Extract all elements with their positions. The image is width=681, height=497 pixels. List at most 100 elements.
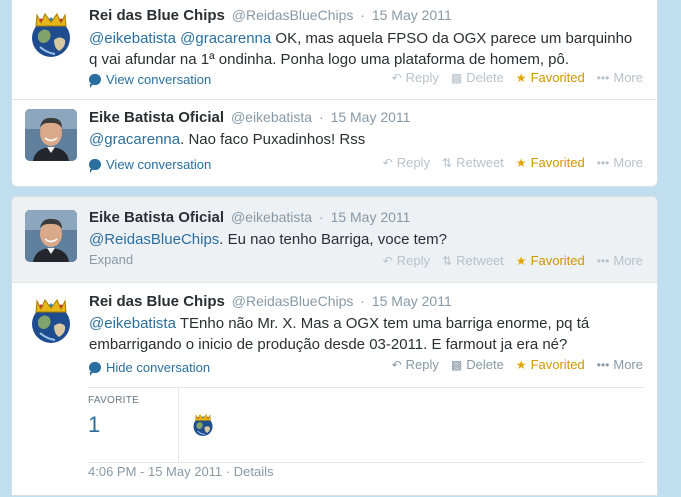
separator-dot: · (225, 464, 231, 479)
retweet-button[interactable]: ⇅ Retweet (442, 253, 504, 268)
trash-icon: ▩ (450, 70, 463, 85)
favorited-label: Favorited (530, 70, 585, 85)
fullname[interactable]: Rei das Blue Chips (89, 293, 225, 310)
delete-button[interactable]: ▩ Delete (451, 70, 504, 85)
mention-link[interactable]: @ReidasBlueChips (89, 231, 219, 248)
mention-link[interactable]: @gracarenna (180, 30, 271, 47)
more-label: More (613, 155, 643, 170)
separator-dot: · (319, 109, 324, 125)
tweet-stats: FAVORITE 1 (88, 387, 643, 463)
favorited-label: Favorited (530, 253, 585, 268)
tweet-text: @ReidasBlueChips. Eu nao tenho Barriga, … (89, 229, 644, 250)
full-timestamp[interactable]: 4:06 PM - 15 May 2011 (88, 464, 222, 479)
speech-bubble-icon (89, 362, 101, 376)
favorited-label: Favorited (530, 357, 585, 372)
retweet-label: Retweet (456, 155, 504, 170)
tweet-text: @eikebatista TEnho não Mr. X. Mas a OGX … (89, 313, 644, 355)
favorite-button[interactable]: ★ Favorited (516, 70, 585, 85)
star-icon: ★ (515, 357, 527, 372)
reply-arrow-icon: ↶ (382, 253, 393, 268)
scrollbar[interactable] (673, 0, 681, 482)
avatar[interactable] (25, 293, 77, 345)
tweet-text: @eikebatista @gracarenna OK, mas aquela … (89, 28, 644, 70)
avatar[interactable] (25, 210, 77, 262)
tweet-actions: ↶ Reply ⇅ Retweet ★ Favorited ••• More (383, 253, 643, 268)
tweet-header: Rei das Blue Chips @ReidasBlueChips · 15… (89, 293, 452, 310)
tweet-body: . Eu nao tenho Barriga, voce tem? (219, 231, 447, 248)
username[interactable]: @eikebatista (231, 109, 312, 125)
tweet-header: Eike Batista Oficial @eikebatista · 15 M… (89, 109, 410, 126)
more-button[interactable]: ••• More (597, 70, 643, 85)
username[interactable]: @ReidasBlueChips (232, 293, 354, 309)
tweet-item[interactable]: Rei das Blue Chips @ReidasBlueChips · 15… (12, 0, 657, 99)
reply-arrow-icon: ↶ (391, 70, 402, 85)
separator-dot: · (360, 293, 365, 309)
trash-icon: ▩ (450, 357, 463, 372)
username[interactable]: @eikebatista (231, 209, 312, 225)
view-conversation-label: View conversation (106, 157, 212, 172)
ellipsis-icon: ••• (596, 155, 610, 170)
tweet-body: . Nao faco Puxadinhos! Rss (180, 131, 366, 148)
timestamp[interactable]: 15 May 2011 (331, 209, 411, 225)
more-label: More (613, 70, 643, 85)
more-button[interactable]: ••• More (597, 155, 643, 170)
expand-link[interactable]: Expand (89, 252, 133, 267)
favorite-count[interactable]: 1 (88, 412, 100, 438)
tweet-item[interactable]: Eike Batista Oficial @eikebatista · 15 M… (12, 100, 657, 186)
separator-dot: · (319, 209, 324, 225)
tweet-text: @gracarenna. Nao faco Puxadinhos! Rss (89, 129, 644, 150)
reply-button[interactable]: ↶ Reply (383, 253, 430, 268)
delete-label: Delete (466, 70, 504, 85)
fullname[interactable]: Rei das Blue Chips (89, 7, 225, 24)
retweet-button[interactable]: ⇅ Retweet (442, 155, 504, 170)
more-label: More (613, 253, 643, 268)
ellipsis-icon: ••• (596, 253, 610, 268)
reply-arrow-icon: ↶ (382, 155, 393, 170)
favorite-button[interactable]: ★ Favorited (516, 357, 585, 372)
username[interactable]: @ReidasBlueChips (232, 7, 354, 23)
reply-label: Reply (396, 253, 431, 268)
mention-link[interactable]: @eikebatista (89, 30, 176, 47)
star-icon: ★ (515, 253, 527, 268)
tweet-actions: ↶ Reply ▩ Delete ★ Favorited ••• More (392, 357, 643, 372)
view-conversation-link[interactable]: View conversation (89, 72, 212, 88)
reply-label: Reply (405, 357, 439, 372)
delete-button[interactable]: ▩ Delete (451, 357, 504, 372)
more-button[interactable]: ••• More (597, 357, 643, 372)
favorite-button[interactable]: ★ Favorited (516, 155, 585, 170)
reply-button[interactable]: ↶ Reply (392, 70, 439, 85)
fullname[interactable]: Eike Batista Oficial (89, 109, 224, 126)
tweet-item[interactable]: Eike Batista Oficial @eikebatista · 15 M… (12, 197, 657, 282)
tweet-footer: 4:06 PM - 15 May 2011 · Details (88, 464, 274, 479)
reply-label: Reply (396, 155, 431, 170)
more-label: More (613, 357, 643, 372)
ellipsis-icon: ••• (596, 357, 610, 372)
timestamp[interactable]: 15 May 2011 (372, 293, 452, 309)
timestamp[interactable]: 15 May 2011 (331, 109, 411, 125)
favoriter-avatar[interactable] (190, 411, 216, 437)
mention-link[interactable]: @eikebatista (89, 315, 176, 332)
speech-bubble-icon (89, 74, 101, 88)
favorite-button[interactable]: ★ Favorited (516, 253, 585, 268)
tweet-header: Eike Batista Oficial @eikebatista · 15 M… (89, 209, 410, 226)
reply-button[interactable]: ↶ Reply (383, 155, 430, 170)
hide-conversation-link[interactable]: Hide conversation (89, 360, 210, 376)
tweet-actions: ↶ Reply ⇅ Retweet ★ Favorited ••• More (383, 155, 643, 170)
favorited-label: Favorited (530, 155, 585, 170)
more-button[interactable]: ••• More (597, 253, 643, 268)
timestamp[interactable]: 15 May 2011 (372, 7, 452, 23)
avatar[interactable] (25, 109, 77, 161)
delete-label: Delete (466, 357, 504, 372)
fullname[interactable]: Eike Batista Oficial (89, 209, 224, 226)
reply-button[interactable]: ↶ Reply (392, 357, 439, 372)
view-conversation-link[interactable]: View conversation (89, 157, 212, 173)
details-link[interactable]: Details (234, 464, 274, 479)
conversation-card-top: Rei das Blue Chips @ReidasBlueChips · 15… (11, 0, 658, 187)
tweet-header: Rei das Blue Chips @ReidasBlueChips · 15… (89, 7, 452, 24)
reply-label: Reply (405, 70, 439, 85)
view-conversation-label: View conversation (106, 72, 212, 87)
avatar[interactable] (25, 7, 77, 59)
retweet-icon: ⇅ (442, 155, 453, 170)
tweet-actions: ↶ Reply ▩ Delete ★ Favorited ••• More (392, 70, 643, 85)
mention-link[interactable]: @gracarenna (89, 131, 180, 148)
